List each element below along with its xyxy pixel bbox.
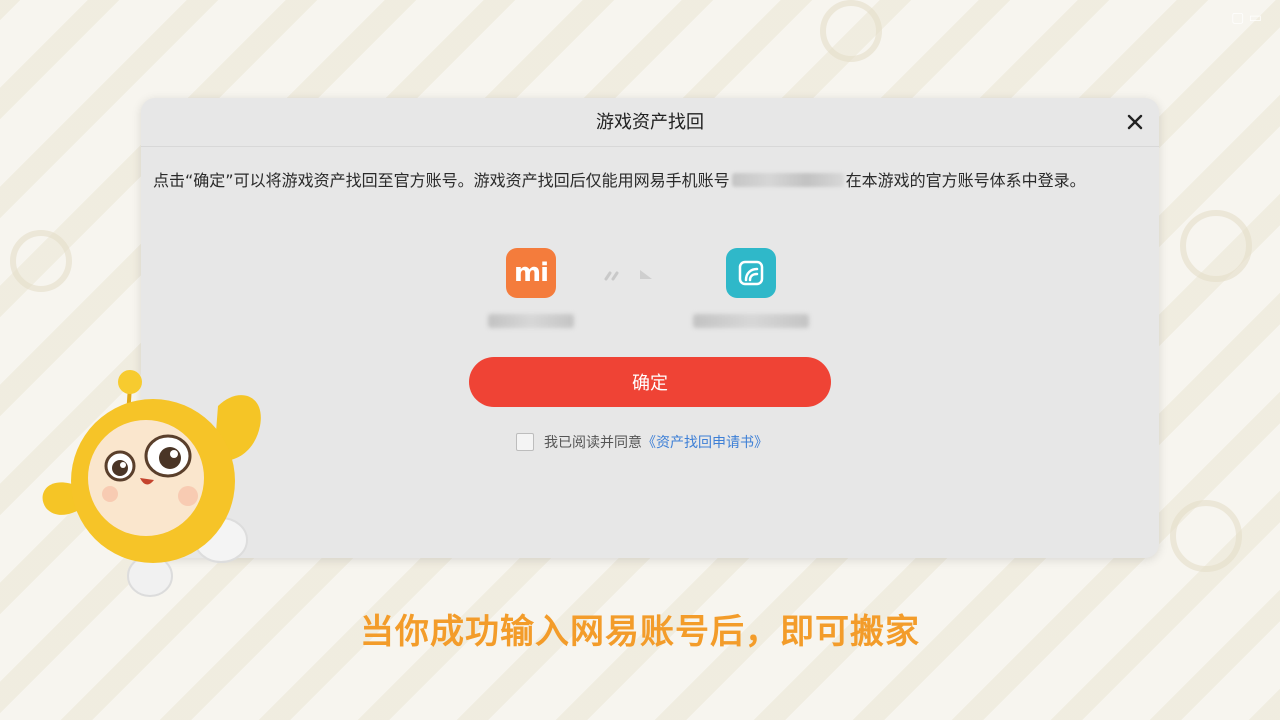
netease-icon: [726, 248, 776, 298]
source-account-name-masked: [488, 314, 574, 328]
description-text-1: 点击“确定”可以将游戏资产找回至官方账号。游戏资产找回后仅能用网易手机账号: [153, 171, 730, 190]
caption-text: 当你成功输入网易账号后，即可搬家: [360, 612, 920, 652]
target-account-name-masked: [693, 314, 809, 328]
background-ring: [820, 0, 882, 62]
corner-logo: ▢ ▭: [1231, 10, 1262, 26]
agreement-row: 我已阅读并同意 《资产找回申请书》: [516, 432, 768, 452]
page: ▢ ▭ 游戏资产找回 点击“确定”可以将游戏资产找回至官方账号。游戏资产找回后仅…: [0, 0, 1280, 720]
source-account: mi: [486, 248, 576, 328]
transfer-arrow-icon: [604, 265, 656, 289]
background-ring: [1180, 210, 1252, 282]
background-ring: [1170, 500, 1242, 572]
close-icon[interactable]: [1123, 110, 1147, 134]
mascot-illustration: [28, 366, 268, 606]
asset-recovery-dialog: 游戏资产找回 点击“确定”可以将游戏资产找回至官方账号。游戏资产找回后仅能用网易…: [141, 98, 1159, 558]
agreement-text: 我已阅读并同意: [544, 435, 642, 451]
close-button[interactable]: [1123, 110, 1147, 134]
dialog-description: 点击“确定”可以将游戏资产找回至官方账号。游戏资产找回后仅能用网易手机账号 在本游…: [153, 166, 1143, 195]
description-text-2: 在本游戏的官方账号体系中登录。: [845, 171, 1086, 190]
dialog-header: 游戏资产找回: [141, 98, 1159, 147]
xiaomi-icon: mi: [506, 248, 556, 298]
xiaomi-icon-text: mi: [513, 258, 549, 288]
agreement-checkbox[interactable]: [516, 433, 534, 451]
dialog-title: 游戏资产找回: [596, 112, 704, 133]
confirm-button[interactable]: 确定: [469, 357, 831, 407]
masked-phone-number: [731, 173, 844, 187]
target-account: [691, 248, 811, 328]
agreement-link[interactable]: 《资产找回申请书》: [642, 432, 768, 452]
background-ring: [10, 230, 72, 292]
